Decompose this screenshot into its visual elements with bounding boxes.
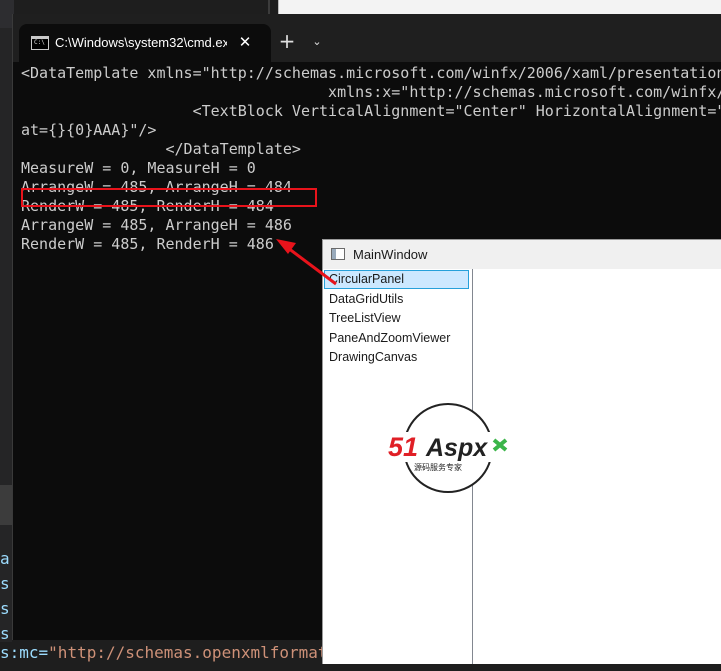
logo-51-text: 51	[388, 432, 418, 462]
list-item-drawing-canvas[interactable]: DrawingCanvas	[324, 348, 469, 367]
console-line: <TextBlock VerticalAlignment="Center" Ho…	[192, 102, 721, 120]
console-line: ArrangeW = 485, ArrangeH = 486	[21, 216, 292, 234]
console-line: xmlns:x="http://schemas.microsoft.com/wi…	[328, 83, 721, 101]
tab-title: C:\Windows\system32\cmd.exe	[55, 35, 227, 50]
cmd-icon: C:\	[31, 36, 49, 50]
ide-background-panel	[278, 0, 721, 14]
xml-attribute-name: s:mc=	[0, 643, 49, 662]
logo-tagline: 源码服务专家	[414, 462, 462, 472]
console-output[interactable]: <DataTemplate xmlns="http://schemas.micr…	[21, 64, 721, 254]
highlight-box	[21, 188, 317, 207]
main-window[interactable]: MainWindow CircularPanel DataGridUtils T…	[322, 239, 721, 664]
console-line: <DataTemplate xmlns="http://schemas.micr…	[21, 64, 721, 82]
close-tab-icon[interactable]: ✕	[233, 30, 257, 54]
chevron-down-icon[interactable]: ⌄	[305, 28, 329, 56]
console-line: </DataTemplate>	[21, 140, 301, 158]
list-item-tree-list-view[interactable]: TreeListView	[324, 309, 469, 328]
ide-divider	[268, 0, 270, 14]
watermark-logo: 51 Aspx 源码服务专家	[386, 403, 516, 493]
main-window-titlebar[interactable]: MainWindow	[323, 240, 721, 269]
main-window-title: MainWindow	[353, 247, 428, 262]
list-item-pane-and-zoom-viewer[interactable]: PaneAndZoomViewer	[324, 329, 469, 348]
terminal-tab-bar: C:\ C:\Windows\system32\cmd.exe ✕ + ⌄	[13, 14, 721, 62]
console-line: at={}{0}AAA}"/>	[21, 121, 157, 139]
list-item-circular-panel[interactable]: CircularPanel	[324, 270, 469, 289]
console-line: MeasureW = 0, MeasureH = 0	[21, 159, 256, 177]
terminal-tab[interactable]: C:\ C:\Windows\system32\cmd.exe ✕	[19, 24, 271, 62]
list-item-datagrid-utils[interactable]: DataGridUtils	[324, 290, 469, 309]
window-icon	[331, 248, 345, 260]
ide-panel-strip	[0, 485, 12, 525]
logo-aspx-text: Aspx	[425, 434, 488, 462]
new-tab-button[interactable]: +	[273, 28, 301, 56]
